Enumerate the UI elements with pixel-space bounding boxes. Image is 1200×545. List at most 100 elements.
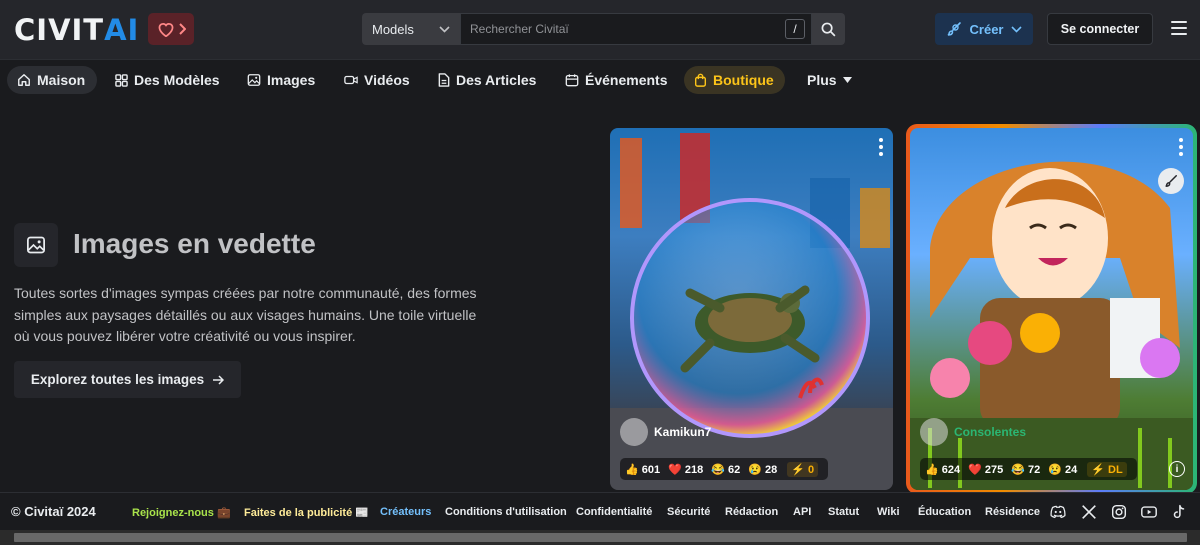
photo-icon bbox=[27, 236, 45, 254]
calendar-icon bbox=[565, 74, 579, 87]
nav-label: Des Articles bbox=[456, 72, 537, 88]
footer-link-wiki[interactable]: Wiki bbox=[877, 506, 900, 518]
card-reactions: 👍 601 ❤️ 218 😂 62 😢 28 ⚡ 0 bbox=[620, 458, 829, 480]
logo-text-part1: CIVIT bbox=[14, 13, 105, 47]
search-placeholder: Rechercher Civitaï bbox=[470, 22, 569, 36]
nav-label: Maison bbox=[37, 72, 86, 88]
search-category-select[interactable]: Models bbox=[362, 13, 460, 45]
image-card[interactable]: Consolentes 👍 624 ❤️ 275 😂 72 😢 24 ⚡ DL … bbox=[910, 128, 1193, 490]
instagram-icon[interactable] bbox=[1110, 503, 1128, 521]
featured-images-badge bbox=[14, 223, 58, 267]
footer-link-status[interactable]: Statut bbox=[828, 506, 859, 518]
info-icon[interactable]: i bbox=[1169, 461, 1185, 477]
brush-icon bbox=[947, 22, 961, 36]
card-user[interactable]: Kamikun7 bbox=[620, 418, 711, 446]
horizontal-scrollbar[interactable] bbox=[0, 530, 1200, 545]
footer-link-join[interactable]: Rejoignez-nous 💼 bbox=[132, 506, 231, 519]
search-category-label: Models bbox=[372, 21, 414, 37]
card-options-icon[interactable] bbox=[1179, 138, 1183, 159]
menu-icon[interactable] bbox=[1171, 21, 1187, 39]
nav-label: Plus bbox=[807, 72, 837, 88]
footer: © Civitaï 2024 Rejoignez-nous 💼 Faites d… bbox=[0, 492, 1200, 530]
youtube-icon[interactable] bbox=[1140, 503, 1158, 521]
like-reaction[interactable]: 👍 601 bbox=[625, 463, 660, 476]
card-username: Kamikun7 bbox=[654, 425, 712, 439]
buzz-tip[interactable]: ⚡ DL bbox=[1087, 461, 1127, 477]
footer-link-newsroom[interactable]: Rédaction bbox=[725, 506, 778, 518]
nav-item-articles[interactable]: Des Articles bbox=[428, 66, 546, 94]
tiktok-icon[interactable] bbox=[1170, 503, 1188, 521]
laugh-reaction[interactable]: 😂 72 bbox=[1011, 463, 1040, 476]
heart-icon bbox=[158, 23, 173, 37]
footer-link-safety[interactable]: Sécurité bbox=[667, 506, 710, 518]
nav-item-images[interactable]: Images bbox=[237, 66, 325, 94]
main-nav: Maison Des Modèles Images Vidéos Des Art… bbox=[0, 60, 1200, 100]
create-label: Créer bbox=[969, 21, 1004, 37]
nav-label: Vidéos bbox=[364, 72, 410, 88]
cry-reaction[interactable]: 😢 24 bbox=[1048, 463, 1077, 476]
nav-item-events[interactable]: Événements bbox=[555, 66, 677, 94]
footer-link-creators[interactable]: Créateurs bbox=[380, 506, 431, 518]
discord-icon[interactable] bbox=[1049, 503, 1067, 521]
nav-item-models[interactable]: Des Modèles bbox=[105, 66, 230, 94]
civitai-logo[interactable]: CIVIT AI bbox=[14, 13, 140, 47]
featured-description: Toutes sortes d'images sympas créées par… bbox=[14, 285, 477, 344]
chevron-down-icon bbox=[1011, 25, 1023, 33]
card-reactions: 👍 624 ❤️ 275 😂 72 😢 24 ⚡ DL bbox=[920, 458, 1137, 480]
grid-icon bbox=[115, 73, 128, 87]
chevron-down-icon bbox=[439, 25, 450, 33]
search-input[interactable]: Rechercher Civitaï / bbox=[460, 13, 812, 45]
caret-down-icon bbox=[842, 77, 852, 83]
logo-text-part2: AI bbox=[104, 13, 140, 47]
nav-label: Des Modèles bbox=[134, 72, 220, 88]
image-card[interactable]: Kamikun7 👍 601 ❤️ 218 😂 62 😢 28 ⚡ 0 bbox=[610, 128, 893, 490]
top-header: CIVIT AI Models Rechercher Civitaï / Crée… bbox=[0, 0, 1200, 60]
nav-label: Événements bbox=[585, 72, 668, 88]
search-button[interactable] bbox=[812, 13, 845, 45]
chevron-right-icon bbox=[178, 23, 186, 35]
footer-link-api[interactable]: API bbox=[793, 506, 811, 518]
heart-reaction[interactable]: ❤️ 218 bbox=[668, 463, 703, 476]
card-options-icon[interactable] bbox=[879, 138, 883, 159]
card-user[interactable]: Consolentes bbox=[920, 418, 1026, 446]
nav-item-videos[interactable]: Vidéos bbox=[334, 66, 420, 94]
search-bar: Models Rechercher Civitaï / bbox=[362, 13, 845, 45]
buzz-tip[interactable]: ⚡ 0 bbox=[787, 461, 819, 477]
explore-images-button[interactable]: Explorez toutes les images bbox=[14, 361, 241, 398]
file-icon bbox=[438, 73, 450, 87]
avatar bbox=[920, 418, 948, 446]
like-reaction[interactable]: 👍 624 bbox=[925, 463, 960, 476]
heart-reaction[interactable]: ❤️ 275 bbox=[968, 463, 1003, 476]
explore-label: Explorez toutes les images bbox=[30, 372, 205, 387]
footer-link-residency[interactable]: Résidence bbox=[985, 506, 1040, 518]
footer-link-privacy[interactable]: Confidentialité bbox=[576, 506, 652, 518]
login-button[interactable]: Se connecter bbox=[1047, 13, 1153, 45]
laugh-reaction[interactable]: 😂 62 bbox=[711, 463, 740, 476]
home-icon bbox=[18, 74, 30, 86]
search-shortcut-key: / bbox=[785, 19, 805, 39]
brush-icon bbox=[1165, 175, 1177, 187]
nav-label: Images bbox=[267, 72, 316, 88]
video-icon bbox=[344, 75, 358, 85]
footer-link-education[interactable]: Éducation bbox=[918, 506, 971, 518]
nav-item-home[interactable]: Maison bbox=[7, 66, 97, 94]
create-button[interactable]: Créer bbox=[935, 13, 1033, 45]
remix-link-button[interactable] bbox=[1158, 168, 1184, 194]
card-username: Consolentes bbox=[954, 425, 1027, 439]
footer-link-advertise[interactable]: Faites de la publicité 📰 bbox=[244, 506, 369, 519]
support-heart-button[interactable] bbox=[148, 13, 194, 45]
avatar bbox=[620, 418, 648, 446]
arrow-right-icon bbox=[213, 374, 225, 385]
search-icon bbox=[821, 22, 836, 36]
nav-item-more[interactable]: Plus bbox=[797, 66, 862, 94]
x-twitter-icon[interactable] bbox=[1080, 503, 1098, 521]
featured-title: Images en vedette bbox=[73, 228, 316, 259]
nav-label: Boutique bbox=[713, 72, 774, 88]
photo-icon bbox=[247, 74, 261, 86]
nav-item-shop[interactable]: Boutique bbox=[684, 66, 785, 94]
footer-copyright: © Civitaï 2024 bbox=[11, 504, 96, 519]
shopping-bag-icon bbox=[694, 73, 707, 87]
scrollbar-thumb[interactable] bbox=[14, 533, 1187, 542]
cry-reaction[interactable]: 😢 28 bbox=[748, 463, 777, 476]
footer-link-terms[interactable]: Conditions d'utilisation bbox=[445, 506, 567, 518]
